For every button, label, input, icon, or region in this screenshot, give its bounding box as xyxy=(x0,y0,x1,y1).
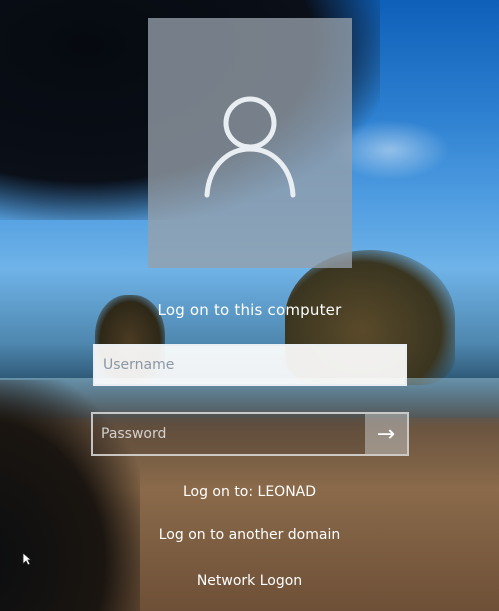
user-icon xyxy=(204,96,296,198)
submit-button[interactable]: → xyxy=(365,414,407,454)
logon-to-domain-text: Log on to: LEONAD xyxy=(182,484,317,500)
network-logon-link[interactable]: Network Logon xyxy=(0,573,499,589)
user-avatar-tile xyxy=(148,18,352,268)
username-placeholder: Username xyxy=(103,357,175,373)
username-input[interactable]: Username xyxy=(93,344,407,386)
password-row: Password → xyxy=(91,412,409,456)
login-heading: Log on to this computer xyxy=(157,301,342,319)
lock-screen: Log on to this computer Username Passwor… xyxy=(0,0,499,611)
password-input[interactable]: Password xyxy=(93,414,365,454)
arrow-right-icon: → xyxy=(376,421,396,447)
password-placeholder: Password xyxy=(101,426,167,442)
mouse-pointer-icon xyxy=(22,552,32,566)
another-domain-link[interactable]: Log on to another domain xyxy=(0,527,499,543)
